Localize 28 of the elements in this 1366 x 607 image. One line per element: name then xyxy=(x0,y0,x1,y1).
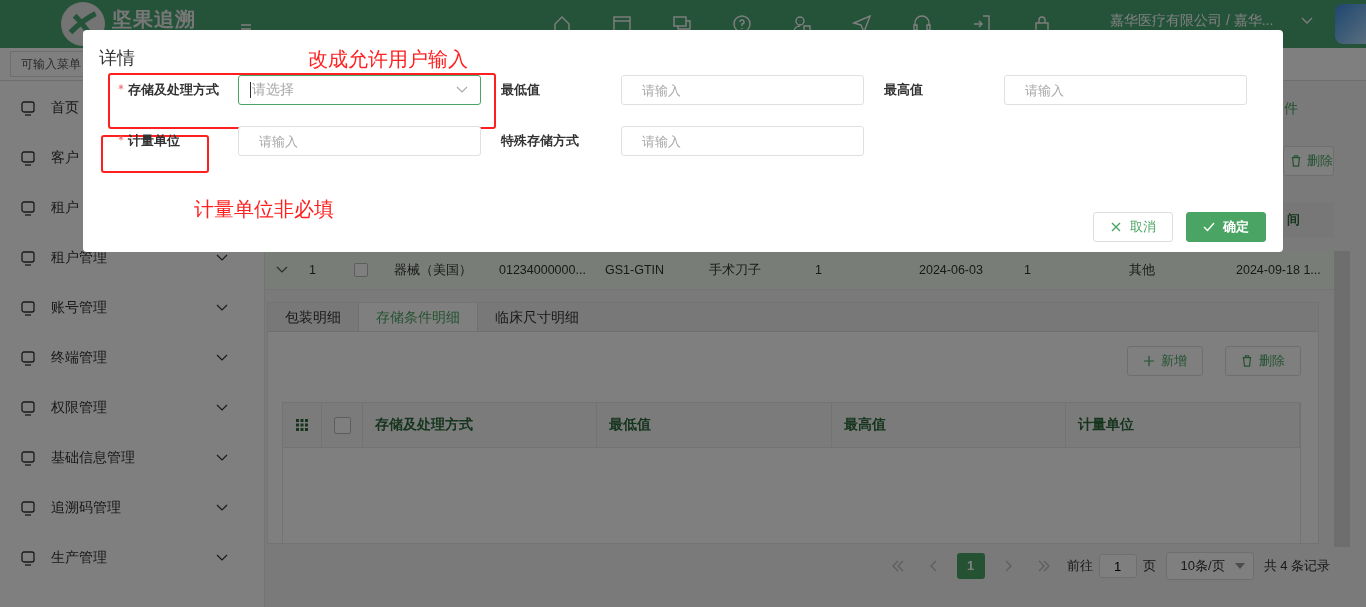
table-cell-text: 2024-09-18 1... xyxy=(1235,263,1322,277)
page-unit-label: 页 xyxy=(1142,557,1156,575)
table-cell-text: 1 xyxy=(308,263,317,277)
column-header: 最低值 xyxy=(609,416,652,434)
table-cell-text: 1 xyxy=(1023,263,1032,277)
table-cell-text: 2024-06-03 xyxy=(918,263,984,277)
table-cell-text: 1 xyxy=(814,263,823,277)
goto-label: 前往 xyxy=(1066,557,1093,575)
table-cell-text: 手术刀子 xyxy=(708,261,762,279)
column-header: 存储及处理方式 xyxy=(375,416,473,434)
table-cell-text: 其他 xyxy=(1128,261,1156,279)
field-label: 最高值 xyxy=(884,81,924,99)
field-label: 存储及处理方式 xyxy=(118,81,238,99)
table-cell-text: 器械（美国） xyxy=(393,261,473,279)
dialog-title: 详情 xyxy=(99,47,135,70)
annotation-text: 计量单位非必填 xyxy=(194,197,334,222)
field-label: 特殊存储方式 xyxy=(501,132,580,150)
column-header: 间 xyxy=(1287,211,1300,229)
total-count: 共 4 条记录 xyxy=(1263,557,1330,575)
toolbar-text: 件 xyxy=(1284,99,1298,118)
app-logo-text: 坚果追溯 xyxy=(112,8,196,30)
column-header: 最高值 xyxy=(843,416,886,434)
field-label: 最低值 xyxy=(501,81,541,99)
field-label: 计量单位 xyxy=(118,132,238,150)
table-cell-text: GS1-GTIN xyxy=(604,263,666,277)
table-cell-text: 01234000000... xyxy=(498,263,587,277)
column-header: 计量单位 xyxy=(1077,416,1134,434)
annotation-text: 改成允许用户输入 xyxy=(308,47,468,72)
